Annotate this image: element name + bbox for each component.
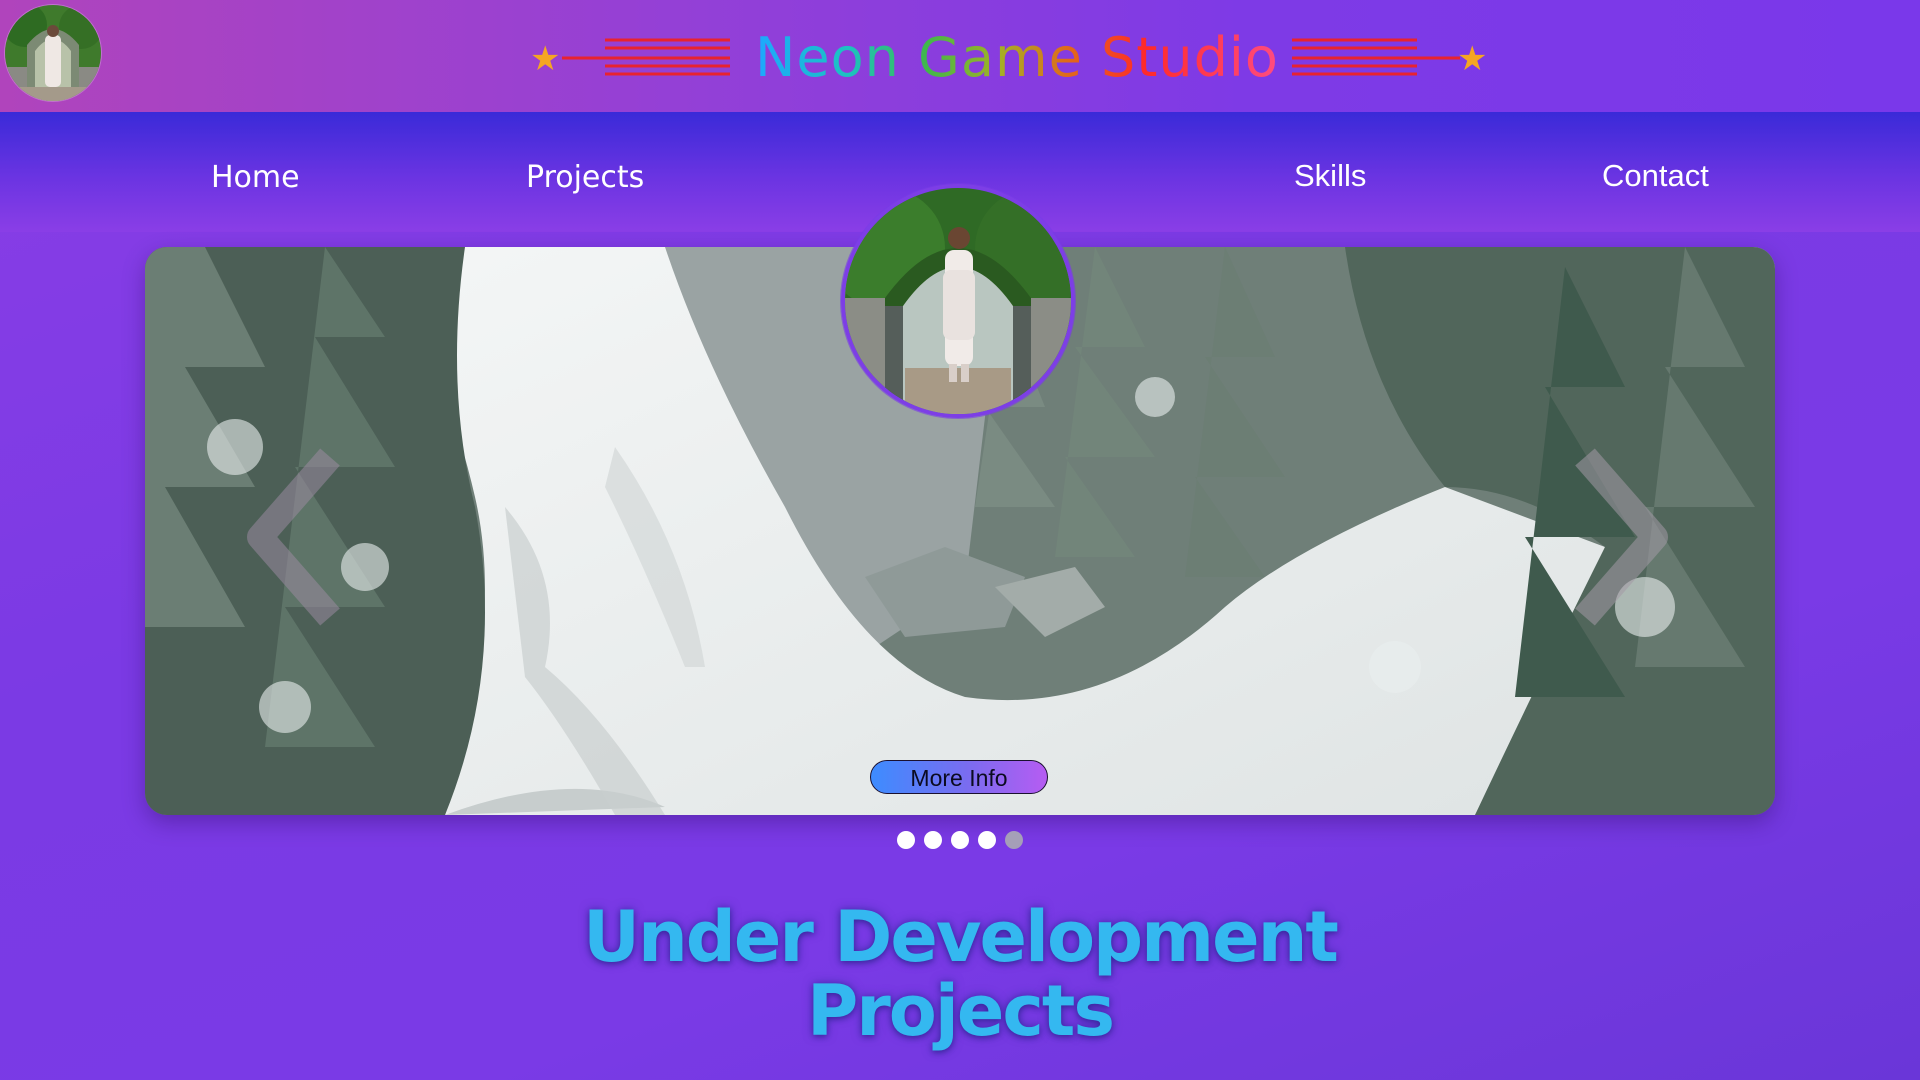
site-title-block: ★ Neon Game Studio ★ (530, 18, 1492, 98)
title-decoration-right: ★ (1292, 38, 1487, 79)
nav-projects-link[interactable]: Projects (526, 158, 644, 198)
section-title: Under Development Projects (460, 900, 1460, 1048)
chevron-left-icon[interactable] (240, 447, 350, 627)
section-title-line-2: Projects (806, 970, 1115, 1052)
section-title-line-1: Under Development (583, 896, 1339, 978)
star-icon: ★ (1457, 39, 1487, 79)
nav-skills-link[interactable]: Skills (1294, 156, 1366, 196)
profile-photo-image (845, 188, 1071, 414)
carousel-dot-1[interactable] (897, 831, 915, 849)
nav-home-link[interactable]: Home (211, 158, 300, 198)
chevron-right-icon[interactable] (1565, 447, 1675, 627)
more-info-button[interactable]: More Info (870, 760, 1048, 794)
carousel-dot-5[interactable] (1005, 831, 1023, 849)
site-title: Neon Game Studio (755, 22, 1278, 94)
profile-photo (841, 184, 1075, 418)
nav-contact-link[interactable]: Contact (1602, 156, 1709, 196)
avatar-image (5, 5, 101, 101)
title-decoration-left: ★ (530, 38, 730, 79)
carousel-dot-4[interactable] (978, 831, 996, 849)
site-header: ★ Neon Game Studio ★ (0, 0, 1920, 112)
avatar[interactable] (5, 5, 101, 101)
carousel-dot-2[interactable] (924, 831, 942, 849)
carousel-dot-3[interactable] (951, 831, 969, 849)
star-icon: ★ (530, 39, 560, 79)
